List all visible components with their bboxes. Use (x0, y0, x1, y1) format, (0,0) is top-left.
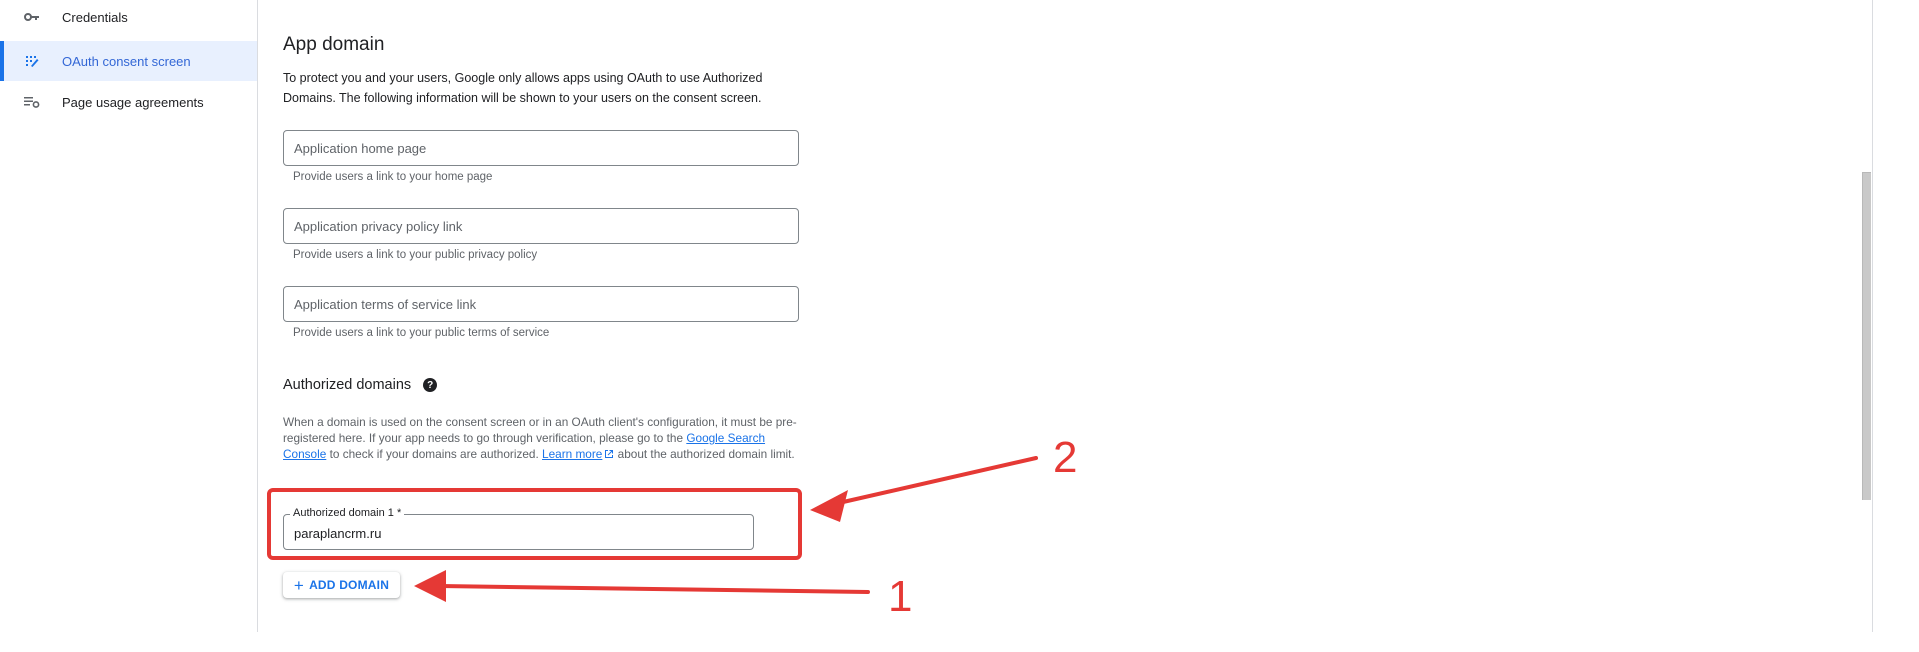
annotation-label-1: 1 (888, 572, 913, 621)
annotation-label-2: 2 (1053, 433, 1078, 482)
annotation-arrows (414, 456, 1038, 602)
annotation-arrow-2 (810, 456, 1038, 522)
annotation-arrow-1 (414, 570, 870, 602)
